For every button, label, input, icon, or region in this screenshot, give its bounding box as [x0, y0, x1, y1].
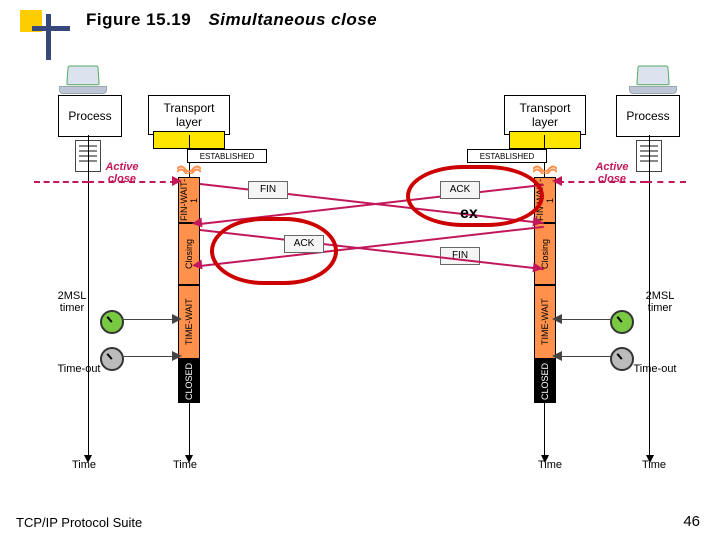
figure-title: Figure 15.19 Simultaneous close: [86, 10, 377, 30]
arrowhead-icon: [172, 176, 182, 186]
timer-line: [556, 319, 612, 320]
sequence-diagram: Process Transport layer Transport layer …: [40, 95, 680, 495]
dash-extend: [646, 181, 686, 183]
dash-extend: [34, 181, 88, 183]
break-icon: [533, 164, 557, 174]
state-closing: Closing: [178, 223, 200, 285]
highlight-oval-icon: [210, 217, 338, 285]
state-established: ESTABLISHED: [467, 149, 547, 163]
msg-fin: FIN: [248, 181, 288, 199]
arrowhead-icon: [552, 351, 562, 361]
page-number: 46: [683, 513, 700, 530]
state-closing: Closing: [534, 223, 556, 285]
timeout-label: Time-out: [630, 363, 680, 375]
client-laptop-icon: [58, 65, 108, 93]
timer-line: [556, 356, 612, 357]
slide-bullet-art: [20, 10, 60, 70]
annotation-ex: ex: [460, 205, 478, 223]
clock-start-icon: [100, 310, 124, 334]
time-label: Time: [173, 459, 197, 471]
msl-timer-label: 2MSL timer: [640, 290, 680, 314]
server-process-box: Process: [616, 95, 680, 137]
state-closed: CLOSED: [534, 359, 556, 403]
state-established: ESTABLISHED: [187, 149, 267, 163]
timer-line: [122, 319, 178, 320]
timer-line: [122, 356, 178, 357]
arrowhead-icon: [191, 217, 202, 228]
arrowhead-icon: [191, 259, 202, 270]
time-label: Time: [72, 459, 96, 471]
server-transport-box: Transport layer: [504, 95, 586, 135]
arrowhead-icon: [552, 176, 562, 186]
footer-text: TCP/IP Protocol Suite: [16, 515, 142, 530]
arrowhead-icon: [532, 262, 543, 273]
break-icon: [177, 164, 201, 174]
active-close-label: Active close: [582, 161, 642, 185]
msl-timer-label: 2MSL timer: [52, 290, 92, 314]
arrowhead-icon: [552, 314, 562, 324]
arrowhead-icon: [172, 314, 182, 324]
figure-number: Figure 15.19: [86, 10, 191, 29]
yellow-bar-icon: [509, 131, 581, 149]
time-label: Time: [538, 459, 562, 471]
timeout-label: Time-out: [54, 363, 104, 375]
active-close-label: Active close: [92, 161, 152, 185]
server-laptop-icon: [628, 65, 678, 93]
clock-start-icon: [610, 310, 634, 334]
transport-label: Transport layer: [520, 101, 571, 129]
time-label: Time: [642, 459, 666, 471]
state-closed: CLOSED: [178, 359, 200, 403]
arrowhead-icon: [172, 351, 182, 361]
transport-label: Transport layer: [164, 101, 215, 129]
client-transport-box: Transport layer: [148, 95, 230, 135]
client-process-box: Process: [58, 95, 122, 137]
figure-caption: Simultaneous close: [208, 10, 377, 29]
